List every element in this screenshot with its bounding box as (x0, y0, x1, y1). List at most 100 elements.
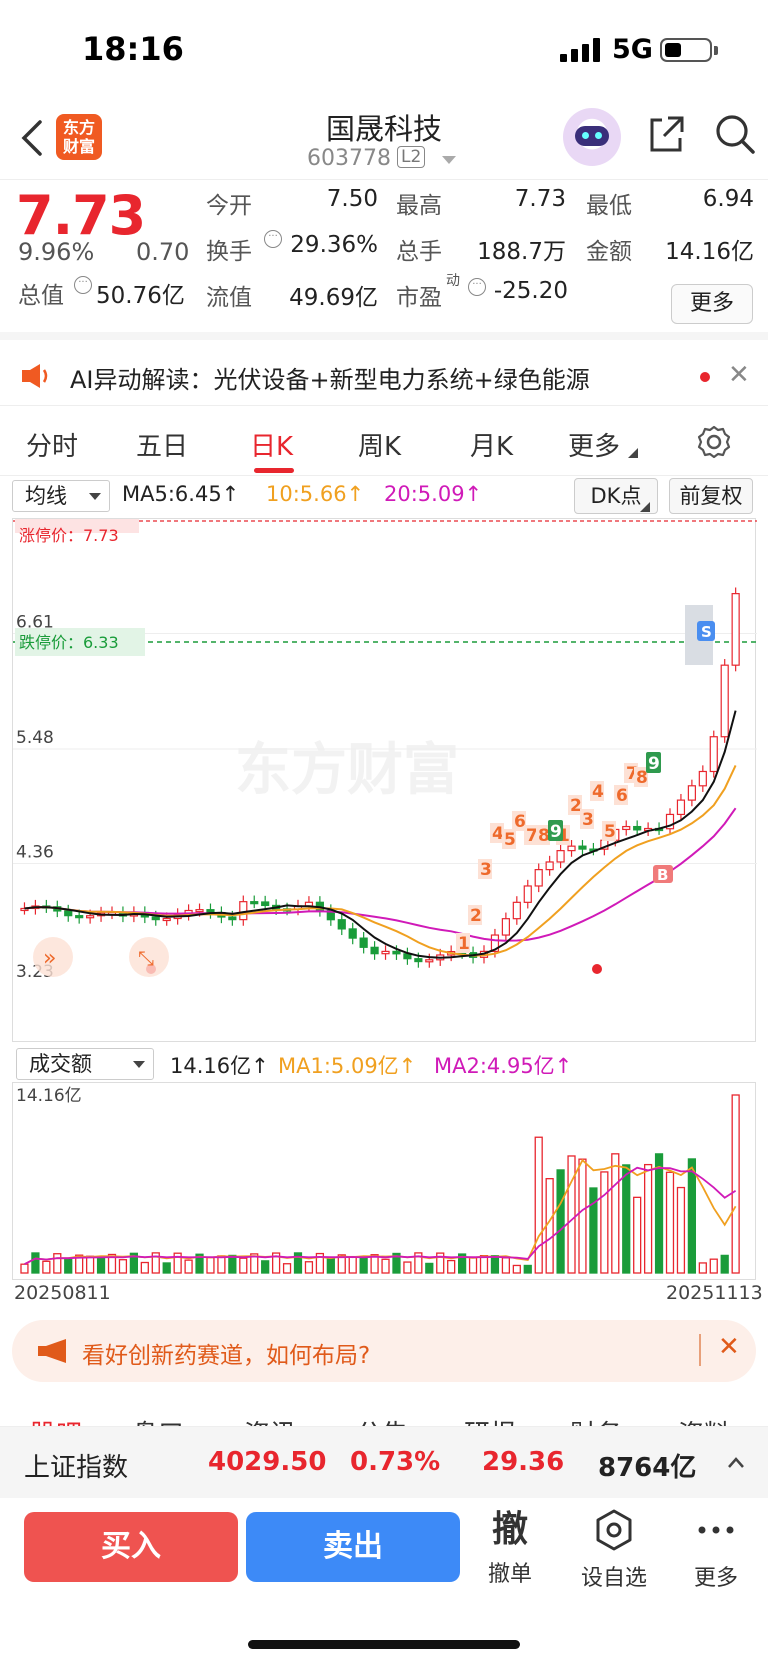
chevron-down-icon (133, 1061, 145, 1068)
adjust-button[interactable]: 前复权 (669, 478, 753, 514)
volume-bar (479, 1255, 489, 1274)
open-label: 今开 (206, 193, 252, 219)
chevron-up-icon[interactable] (726, 1455, 746, 1469)
candle-body (392, 950, 401, 955)
candle-body (512, 901, 521, 920)
chevron-down-icon[interactable] (442, 156, 456, 164)
home-indicator (248, 1640, 520, 1649)
gear-icon[interactable] (696, 424, 732, 460)
stock-code[interactable]: 603778 (307, 146, 391, 171)
volume-bar (567, 1155, 576, 1274)
candle-body (250, 901, 259, 905)
tab-5day[interactable]: 五日 (136, 426, 188, 463)
dropdown-corner-icon (628, 448, 638, 458)
candle-body (195, 909, 204, 913)
signal-number: 4 (592, 782, 604, 802)
ai-assistant-icon[interactable] (563, 108, 621, 166)
index-ticker[interactable]: 上证指数 4029.50 0.73% 29.36 8764亿 (0, 1426, 768, 1498)
battery-tip (714, 46, 718, 55)
high-label: 最高 (396, 193, 442, 219)
volume-bar (381, 1258, 390, 1274)
volume-label: 总手 (396, 239, 442, 265)
candle-body (545, 861, 554, 871)
hexagon-gear-icon (596, 1509, 632, 1551)
tab-intraday[interactable]: 分时 (26, 426, 78, 463)
volume-bar (359, 1256, 368, 1274)
info-icon[interactable]: ··· (468, 278, 486, 296)
promo-banner[interactable]: 看好创新药赛道，如何布局? ✕ (12, 1320, 756, 1382)
signal-green-number: 9 (550, 822, 562, 842)
candle-body (523, 885, 532, 903)
signal-icon (560, 38, 600, 62)
date-end: 20251113 (666, 1282, 763, 1304)
volume-bar (731, 1094, 740, 1274)
signal-number: 1 (458, 934, 470, 954)
volume-bar (217, 1255, 226, 1274)
candle-body (578, 845, 587, 850)
volume-select-label: 成交额 (29, 1052, 92, 1076)
candle-body (228, 916, 237, 921)
info-icon[interactable]: ··· (74, 276, 92, 294)
candle-body (676, 799, 686, 816)
level2-badge[interactable]: L2 (397, 146, 426, 168)
unread-dot (700, 372, 710, 382)
volume-bar (534, 1136, 543, 1274)
expand-chevrons-icon: » (43, 946, 56, 971)
ai-insight-bar[interactable]: AI异动解读：光伏设备+新型电力系统+绿色能源 ✕ (0, 346, 768, 406)
signal-green-number: 9 (648, 754, 660, 774)
cancel-order-button[interactable]: 撤 撤单 (470, 1508, 550, 1588)
volume-bar (654, 1153, 664, 1274)
tab-weekly-k[interactable]: 周K (358, 426, 401, 463)
mktcap-value: 50.76亿 (96, 283, 185, 309)
close-icon[interactable]: ✕ (728, 360, 750, 390)
more-actions-button[interactable]: 更多 (676, 1508, 756, 1592)
volume-chart[interactable]: 14.16亿 (12, 1082, 756, 1280)
ai-insight-text[interactable]: AI异动解读：光伏设备+新型电力系统+绿色能源 (70, 360, 590, 395)
float-label: 流值 (206, 285, 252, 311)
info-icon[interactable]: ··· (264, 230, 282, 248)
volume-bar (239, 1257, 248, 1274)
indicator-select[interactable]: 均线 (12, 480, 110, 512)
volume-bar (64, 1257, 73, 1274)
volume-bar (665, 1171, 675, 1274)
chart-watermark: 东方财富 (235, 738, 459, 803)
pe-value: -25.20 (493, 278, 568, 304)
volume-indicator-select[interactable]: 成交额 (16, 1048, 154, 1080)
volume-ma1: MA1:5.09亿↑ (278, 1054, 417, 1078)
kline-chart[interactable]: 东方财富 6.615.484.363.237.73涨停价：7.73跌停价：6.3… (12, 518, 757, 1042)
volume-bar (403, 1261, 412, 1274)
candle-body (556, 850, 565, 863)
sell-button[interactable]: 卖出 (246, 1512, 460, 1582)
search-icon[interactable] (713, 112, 757, 156)
status-time: 18:16 (82, 30, 184, 68)
signal-number: 3 (480, 860, 492, 880)
volume-bar (501, 1257, 511, 1274)
share-icon[interactable] (646, 114, 686, 154)
buy-marker: B (657, 866, 668, 884)
index-change: 29.36 (482, 1447, 565, 1477)
candle-body (501, 918, 510, 936)
more-quote-button[interactable]: 更多 (671, 284, 753, 324)
volume-bar (425, 1262, 434, 1274)
candle-body (534, 869, 543, 887)
candle-body (75, 915, 84, 919)
tab-monthly-k[interactable]: 月K (470, 426, 513, 463)
volume-bar (720, 1254, 729, 1274)
y-tick-label: 5.48 (16, 728, 54, 748)
pe-superscript: 动 (446, 273, 460, 289)
candle-body (162, 917, 171, 922)
volume-value: 188.7万 (477, 239, 566, 265)
candle-body (698, 770, 707, 787)
indicator-select-label: 均线 (25, 484, 67, 508)
buy-button[interactable]: 买入 (24, 1512, 238, 1582)
open-value: 7.50 (326, 186, 378, 212)
close-icon[interactable]: ✕ (718, 1332, 740, 1362)
volume-bar (643, 1163, 653, 1274)
tab-more[interactable]: 更多 (568, 426, 620, 463)
volume-bar (42, 1260, 51, 1274)
kline-svg: 东方财富 6.615.484.363.237.73涨停价：7.73跌停价：6.3… (13, 519, 757, 982)
candle-body (567, 845, 576, 852)
add-watchlist-button[interactable]: 设自选 (574, 1508, 654, 1592)
promo-text[interactable]: 看好创新药赛道，如何布局? (82, 1336, 370, 1370)
tab-daily-k[interactable]: 日K (250, 426, 293, 463)
